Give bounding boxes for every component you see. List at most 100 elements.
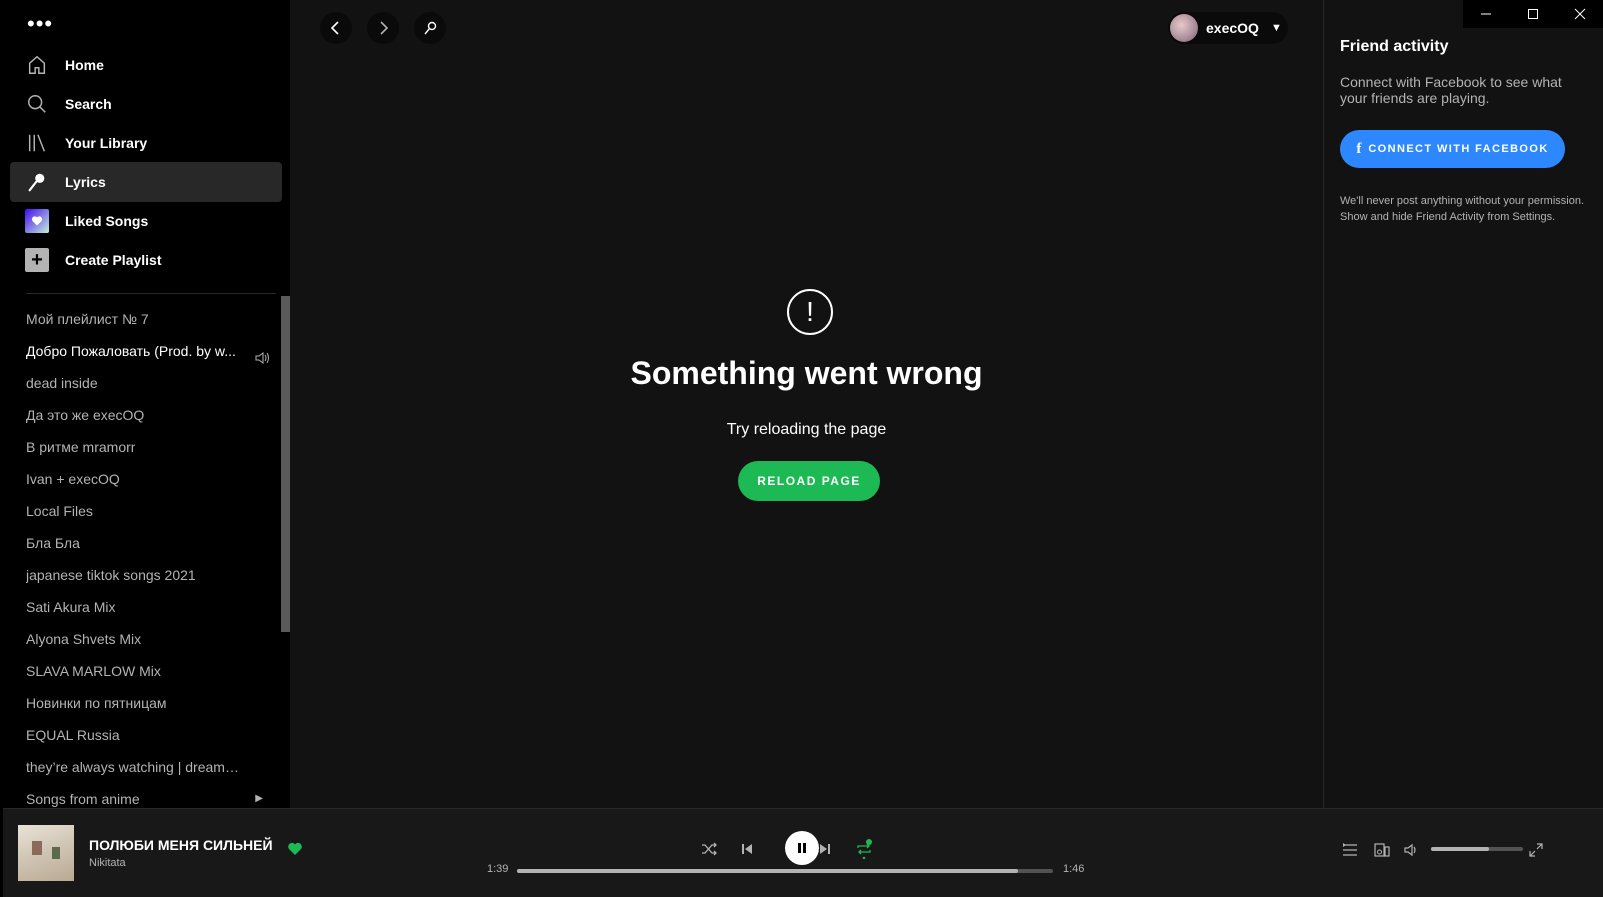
friend-activity-note: We'll never post anything without your p… (1340, 195, 1585, 223)
volume-fill (1431, 847, 1489, 851)
playlist-label: В ритме mramorr (26, 439, 136, 455)
playlist-item[interactable]: Бла Бла (3, 527, 275, 559)
friend-activity-panel: Friend activity Connect with Facebook to… (1323, 0, 1603, 808)
playlist-item[interactable]: Добро Пожаловать (Prod. by w... (3, 335, 275, 367)
nav-home[interactable]: Home (10, 45, 282, 85)
next-button[interactable] (809, 833, 841, 865)
playlist-item[interactable]: Local Files (3, 495, 275, 527)
playlist-label: Да это же execOQ (26, 407, 145, 423)
nav-home-label: Home (65, 57, 104, 73)
search-icon (25, 92, 49, 116)
devices-icon (1374, 843, 1390, 857)
minimize-button[interactable] (1463, 0, 1510, 28)
repeat-one-button[interactable] (848, 833, 880, 865)
playlist-label: japanese tiktok songs 2021 (26, 567, 196, 583)
pause-icon (798, 843, 806, 853)
lyrics-mic-button[interactable] (414, 12, 446, 44)
avatar (1170, 14, 1198, 42)
mute-button[interactable] (1401, 839, 1423, 861)
facebook-icon: f (1356, 140, 1362, 157)
sidebar-scrollbar[interactable] (281, 296, 290, 632)
forward-button[interactable] (367, 12, 399, 44)
chevron-right-icon (380, 21, 389, 35)
fullscreen-button[interactable] (1525, 839, 1547, 861)
playlist-label: Local Files (26, 503, 93, 519)
minimize-icon (1481, 13, 1492, 15)
caret-down-icon: ▼ (1270, 22, 1282, 34)
reload-page-button[interactable]: RELOAD PAGE (738, 461, 880, 501)
heart-icon[interactable] (287, 841, 303, 862)
playlist-label: Мой плейлист № 7 (26, 311, 149, 327)
playlist-label: Ivan + execOQ (26, 471, 120, 487)
playlist-item[interactable]: Новинки по пятницам (3, 687, 275, 719)
skip-forward-icon (820, 844, 830, 854)
nav-liked-songs-label: Liked Songs (65, 213, 149, 229)
playlist-item[interactable]: EQUAL Russia (3, 719, 275, 751)
username: execOQ (1206, 20, 1259, 36)
volume-icon (1404, 843, 1416, 857)
playlist-item[interactable]: Alyona Shvets Mix (3, 623, 275, 655)
time-total: 1:46 (1063, 863, 1085, 875)
playlist-label: Alyona Shvets Mix (26, 631, 142, 647)
progress-bar[interactable] (517, 869, 1053, 873)
nav-liked-songs[interactable]: Liked Songs (10, 201, 282, 241)
queue-icon (1343, 843, 1357, 856)
friend-activity-text: Connect with Facebook to see what your f… (1340, 74, 1562, 106)
sidebar-divider (26, 293, 276, 294)
error-subtitle: Try reloading the page (726, 421, 887, 438)
nav-lyrics[interactable]: Lyrics (10, 162, 282, 202)
close-icon (1574, 8, 1586, 20)
track-title[interactable]: ПОЛЮБИ МЕНЯ СИЛЬНЕЙ (89, 837, 273, 853)
playlist-item[interactable]: dead inside (3, 367, 275, 399)
alert-icon: ! (787, 289, 833, 335)
user-menu-button[interactable]: execOQ ▼ (1168, 12, 1288, 44)
playlist-label: Бла Бла (26, 535, 80, 551)
playlist-item[interactable]: they’re always watching | dreamcore... (3, 751, 275, 783)
playlist-item[interactable]: japanese tiktok songs 2021 (3, 559, 275, 591)
friend-activity-title: Friend activity (1340, 38, 1449, 55)
connect-device-button[interactable] (1371, 839, 1393, 861)
plus-icon: + (25, 248, 49, 272)
error-title: Something went wrong (630, 355, 983, 391)
sidebar: ••• Home Search Your Library Lyrics Like… (3, 0, 290, 808)
playlist-label: Новинки по пятницам (26, 695, 167, 711)
maximize-button[interactable] (1510, 0, 1557, 28)
playlist-item[interactable]: В ритме mramorr (3, 431, 275, 463)
time-elapsed: 1:39 (487, 863, 509, 875)
volume-slider[interactable] (1431, 847, 1523, 851)
playlist-label: EQUAL Russia (26, 727, 120, 743)
playlist-label: Sati Akura Mix (26, 599, 116, 615)
playlist-item[interactable]: Ivan + execOQ (3, 463, 275, 495)
nav-search-label: Search (65, 96, 112, 112)
playlist-item[interactable]: Мой плейлист № 7 (3, 303, 275, 335)
progress-fill (517, 869, 1018, 873)
connect-facebook-button[interactable]: f CONNECT WITH FACEBOOK (1340, 130, 1565, 168)
nav-search[interactable]: Search (10, 84, 282, 124)
nav-lyrics-label: Lyrics (65, 174, 106, 190)
playlist-item[interactable]: Sati Akura Mix (3, 591, 275, 623)
nav-create-playlist-label: Create Playlist (65, 252, 162, 268)
playlist-item[interactable]: Да это же execOQ (3, 399, 275, 431)
microphone-icon (424, 21, 437, 35)
skip-back-icon (742, 844, 752, 854)
repeat-one-icon (857, 839, 872, 859)
back-button[interactable] (320, 12, 352, 44)
shuffle-icon (702, 842, 717, 856)
more-menu-button[interactable]: ••• (27, 13, 53, 35)
nav-library[interactable]: Your Library (10, 123, 282, 163)
main-view: execOQ ▼ ! Something went wrong Try relo… (290, 0, 1323, 808)
close-button[interactable] (1556, 0, 1603, 28)
playlist-label: they’re always watching | dreamcore... (26, 759, 241, 775)
liked-songs-icon (25, 209, 49, 233)
fullscreen-icon (1529, 843, 1543, 857)
home-icon (25, 53, 49, 77)
track-artist[interactable]: Nikitata (89, 857, 126, 869)
queue-button[interactable] (1339, 839, 1361, 861)
nav-create-playlist[interactable]: + Create Playlist (10, 240, 282, 280)
playlist-item[interactable]: SLAVA MARLOW Mix (3, 655, 275, 687)
album-cover[interactable] (18, 825, 74, 881)
nav-library-label: Your Library (65, 135, 148, 151)
speaker-icon (255, 344, 271, 367)
shuffle-button[interactable] (693, 833, 725, 865)
previous-button[interactable] (731, 833, 763, 865)
